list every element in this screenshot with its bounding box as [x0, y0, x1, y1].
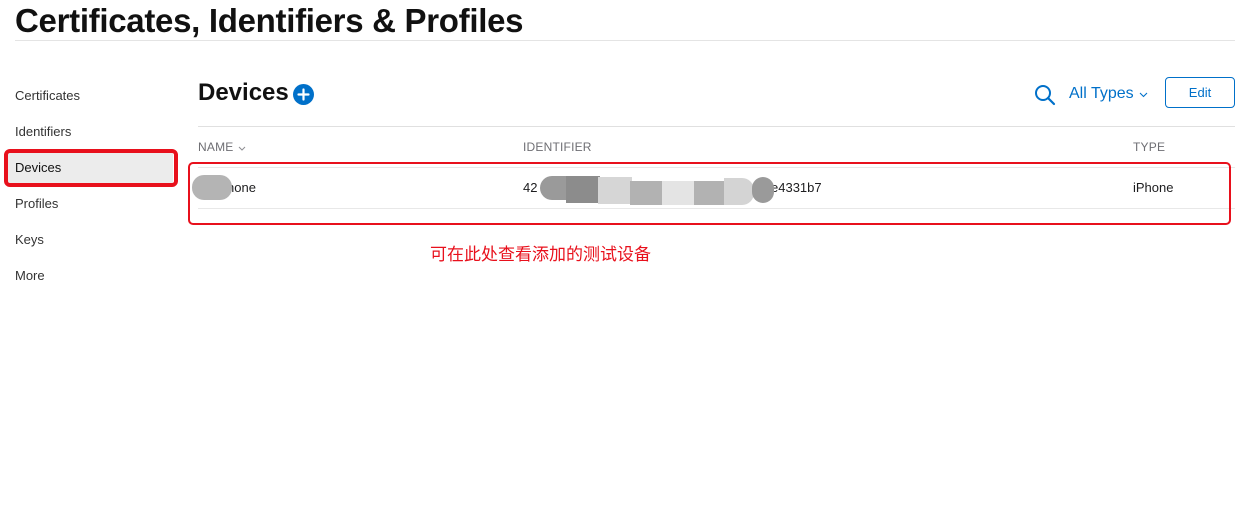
search-icon[interactable]: [1034, 84, 1056, 106]
table-top-divider: [198, 126, 1235, 127]
sidebar-item-more[interactable]: More: [8, 259, 173, 293]
section-title: Devices: [198, 79, 289, 106]
annotation-box-row: [188, 162, 1231, 225]
sidebar-item-keys[interactable]: Keys: [8, 223, 173, 257]
column-header-type[interactable]: TYPE: [1133, 140, 1165, 154]
edit-button[interactable]: Edit: [1165, 77, 1235, 108]
annotation-box-sidebar: [4, 149, 178, 187]
sort-chevron-icon: [238, 146, 246, 151]
page-title: Certificates, Identifiers & Profiles: [15, 2, 524, 39]
plus-circle-icon[interactable]: [293, 84, 314, 105]
column-header-identifier[interactable]: IDENTIFIER: [523, 140, 592, 154]
column-header-name[interactable]: NAME: [198, 140, 233, 154]
sidebar-item-identifiers[interactable]: Identifiers: [8, 115, 173, 149]
chevron-down-icon: [1139, 92, 1148, 98]
sidebar-item-profiles[interactable]: Profiles: [8, 187, 173, 221]
sidebar-item-certificates[interactable]: Certificates: [8, 79, 173, 113]
annotation-text: 可在此处查看添加的测试设备: [430, 245, 651, 265]
title-divider: [15, 40, 1235, 41]
type-filter-dropdown[interactable]: All Types: [1069, 84, 1134, 104]
